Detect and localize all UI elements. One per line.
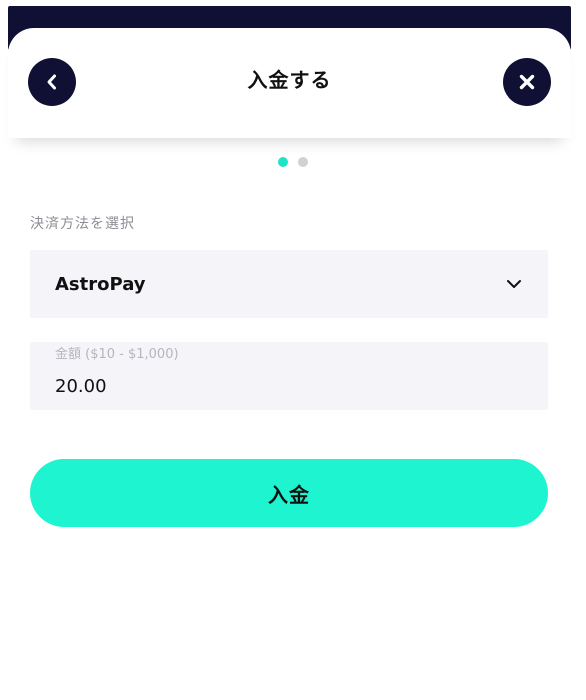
payment-method-value: AstroPay	[55, 273, 146, 295]
modal-header: 入金する	[8, 28, 571, 138]
payment-method-select[interactable]: AstroPay	[30, 250, 548, 318]
close-button[interactable]	[503, 58, 551, 106]
payment-method-label: 決済方法を選択	[30, 216, 135, 232]
step-dot-active	[278, 157, 288, 167]
amount-field[interactable]: 金額 ($10 - $1,000)	[30, 342, 548, 410]
step-dot-inactive	[298, 157, 308, 167]
chevron-down-icon	[505, 275, 523, 293]
page-title: 入金する	[247, 68, 332, 92]
deposit-button[interactable]: 入金	[30, 459, 548, 527]
amount-label: 金額 ($10 - $1,000)	[55, 347, 179, 362]
amount-input[interactable]	[55, 376, 523, 397]
step-indicator	[0, 157, 586, 167]
close-icon	[519, 74, 535, 90]
